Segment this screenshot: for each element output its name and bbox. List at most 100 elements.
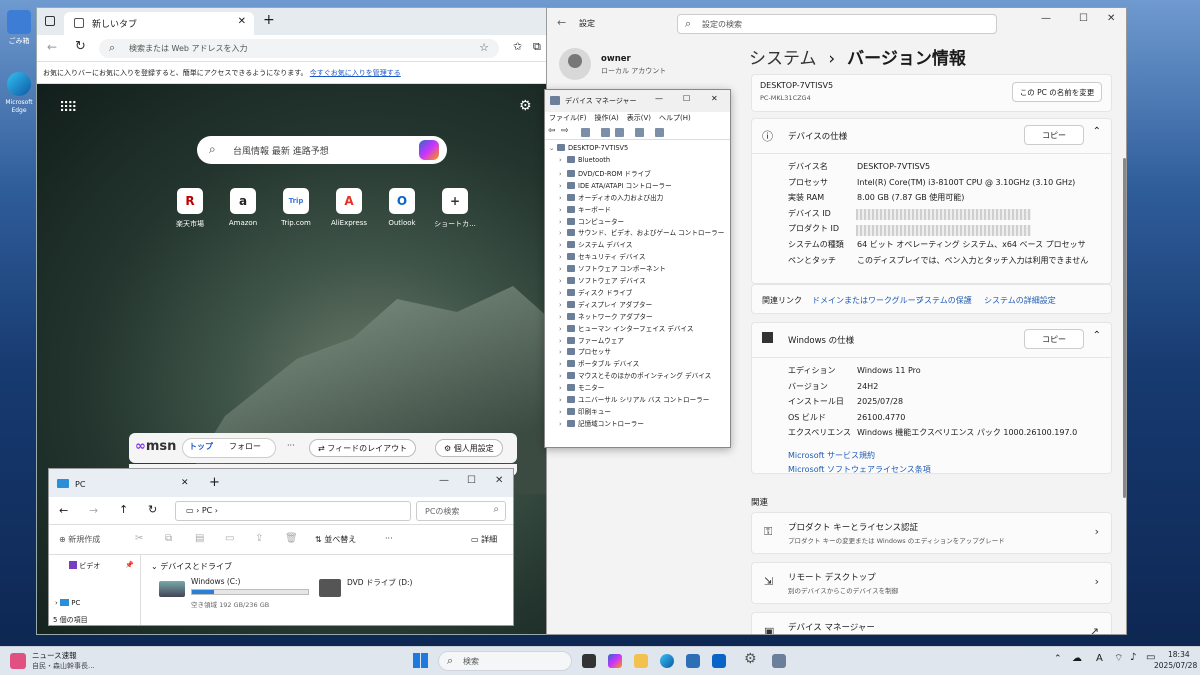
settings-search-input[interactable]: ⌕ 設定の検索 bbox=[677, 14, 997, 34]
close-tab-icon[interactable]: ✕ bbox=[181, 478, 189, 488]
collections-icon[interactable]: ⧉ bbox=[533, 40, 541, 54]
device-category[interactable]: › ディスク ドライブ bbox=[559, 287, 632, 297]
new-tab-button[interactable]: + bbox=[209, 475, 220, 490]
maximize-button[interactable]: ☐ bbox=[683, 94, 690, 103]
store-icon[interactable] bbox=[686, 654, 700, 668]
device-category[interactable]: › セキュリティ デバイス bbox=[559, 251, 645, 261]
ime-indicator[interactable]: A bbox=[1096, 653, 1103, 664]
related-card[interactable]: ⚿ プロダクト キーとライセンス認証 プロダクト キーの変更または Windows … bbox=[751, 512, 1112, 554]
up-icon[interactable]: ↑ bbox=[119, 503, 128, 516]
collapse-chevron-icon[interactable]: ⌃ bbox=[1093, 330, 1101, 341]
device-category[interactable]: › マウスとそのほかのポインティング デバイス bbox=[559, 370, 711, 380]
more-button[interactable]: ··· bbox=[385, 534, 393, 543]
msn-tab-top[interactable]: トップ bbox=[189, 441, 213, 452]
file-explorer-icon[interactable] bbox=[634, 654, 648, 668]
device-category[interactable]: › ソフトウェア デバイス bbox=[559, 275, 646, 285]
personalize-button[interactable]: ⚙ 個人用設定 bbox=[435, 439, 503, 457]
menu-item[interactable]: ヘルプ(H) bbox=[659, 114, 691, 122]
device-category[interactable]: › ディスプレイ アダプター bbox=[559, 299, 652, 309]
msn-more-button[interactable]: ··· bbox=[287, 441, 295, 450]
msn-tab-follow[interactable]: フォロー bbox=[229, 441, 261, 452]
maximize-button[interactable]: ☐ bbox=[467, 475, 476, 486]
clock-date[interactable]: 2025/07/28 bbox=[1154, 661, 1197, 670]
nav-item-pc[interactable]: › PC bbox=[55, 599, 80, 607]
drive-c[interactable]: Windows (C:) 空き領域 192 GB/236 GB bbox=[159, 577, 319, 617]
tree-root[interactable]: ⌄ DESKTOP-7VTISV5 bbox=[549, 144, 628, 152]
link-advanced-settings[interactable]: システムの詳細設定 bbox=[984, 295, 1056, 306]
maximize-button[interactable]: ☐ bbox=[1079, 13, 1088, 24]
device-category[interactable]: › IDE ATA/ATAPI コントローラー bbox=[559, 180, 672, 190]
drive-d[interactable]: DVD ドライブ (D:) bbox=[319, 577, 419, 617]
minimize-button[interactable]: — bbox=[655, 94, 663, 103]
device-category[interactable]: › 印刷キュー bbox=[559, 406, 611, 416]
link-service-agreement[interactable]: Microsoft サービス規約 bbox=[788, 450, 875, 461]
web-search-box[interactable]: ⌕ 台風情報 最新 進路予想 bbox=[197, 136, 447, 164]
properties-icon[interactable] bbox=[581, 128, 590, 137]
scan-hardware-icon[interactable] bbox=[635, 128, 644, 137]
edge-icon[interactable] bbox=[660, 654, 674, 668]
close-window-button[interactable]: ✕ bbox=[495, 475, 503, 486]
scrollbar-thumb[interactable] bbox=[1123, 158, 1126, 498]
link-system-protection[interactable]: システムの保護 bbox=[916, 295, 972, 306]
feed-layout-button[interactable]: ⇄ フィードのレイアウト bbox=[309, 439, 417, 457]
device-category[interactable]: › プロセッサ bbox=[559, 346, 611, 356]
help-icon[interactable] bbox=[601, 128, 610, 137]
tab-new-tab[interactable]: 新しいタブ ✕ bbox=[64, 12, 254, 35]
shortcut-tile[interactable]: A AliExpress bbox=[322, 188, 376, 227]
copilot-icon[interactable] bbox=[608, 654, 622, 668]
news-widget-icon[interactable] bbox=[10, 653, 26, 669]
device-category[interactable]: › Bluetooth bbox=[559, 156, 610, 164]
settings-gear-icon[interactable]: ⚙ bbox=[744, 651, 757, 667]
back-icon[interactable]: ← bbox=[557, 16, 566, 29]
taskbar-search[interactable]: ⌕ 検索 bbox=[438, 651, 572, 671]
device-category[interactable]: › ポータブル デバイス bbox=[559, 358, 639, 368]
rename-pc-button[interactable]: この PC の名前を変更 bbox=[1012, 82, 1102, 102]
shortcut-tile[interactable]: + ショートカ... bbox=[428, 188, 482, 229]
device-category[interactable]: › ユニバーサル シリアル バス コントローラー bbox=[559, 394, 709, 404]
monitor-icon[interactable] bbox=[655, 128, 664, 137]
device-category[interactable]: › コンピューター bbox=[559, 216, 624, 226]
minimize-button[interactable]: — bbox=[439, 475, 449, 486]
wifi-icon[interactable]: ⌔ bbox=[1114, 652, 1123, 665]
link-license-terms[interactable]: Microsoft ソフトウェアライセンス条項 bbox=[788, 464, 931, 475]
clock-time[interactable]: 18:34 bbox=[1168, 650, 1190, 659]
task-view-icon[interactable] bbox=[582, 654, 596, 668]
copy-device-spec-button[interactable]: コピー bbox=[1024, 125, 1084, 145]
menu-item[interactable]: 表示(V) bbox=[627, 114, 651, 122]
news-widget-title[interactable]: ニュース速報 bbox=[32, 650, 77, 661]
refresh-icon[interactable]: ↻ bbox=[75, 39, 86, 54]
device-category[interactable]: › キーボード bbox=[559, 204, 611, 214]
copilot-icon[interactable] bbox=[419, 140, 439, 160]
share-icon[interactable]: ⇪ bbox=[255, 533, 263, 544]
copy-windows-spec-button[interactable]: コピー bbox=[1024, 329, 1084, 349]
favorites-icon[interactable]: ✩ bbox=[513, 40, 522, 53]
device-category[interactable]: › ネットワーク アダプター bbox=[559, 311, 653, 321]
shortcut-tile[interactable]: O Outlook bbox=[375, 188, 429, 227]
related-card[interactable]: ⇲ リモート デスクトップ 別のデバイスからこのデバイスを制御 › bbox=[751, 562, 1112, 604]
cloud-icon[interactable]: ☁ bbox=[1072, 653, 1082, 664]
sort-button[interactable]: ⇅ 並べ替え bbox=[315, 534, 356, 545]
device-category[interactable]: › DVD/CD-ROM ドライブ bbox=[559, 168, 651, 178]
device-category[interactable]: › オーディオの入力および出力 bbox=[559, 192, 663, 202]
forward-icon[interactable]: → bbox=[89, 504, 98, 517]
desktop-icon-recycle-bin[interactable]: ごみ箱 bbox=[4, 10, 34, 46]
msn-logo[interactable]: ∞msn bbox=[135, 439, 176, 454]
back-icon[interactable]: ← bbox=[59, 504, 68, 517]
minimize-button[interactable]: — bbox=[1041, 13, 1051, 24]
apps-grid-icon[interactable]: ⠿⠿ bbox=[59, 100, 77, 116]
forward-icon[interactable]: ⇨ bbox=[561, 126, 569, 136]
back-icon[interactable]: ← bbox=[47, 40, 57, 54]
device-category[interactable]: › ヒューマン インターフェイス デバイス bbox=[559, 323, 694, 333]
tray-chevron-icon[interactable]: ⌃ bbox=[1054, 654, 1062, 664]
outlook-icon[interactable] bbox=[712, 654, 726, 668]
close-window-button[interactable]: ✕ bbox=[711, 94, 718, 103]
desktop-icon-edge[interactable]: Microsoft Edge bbox=[4, 72, 34, 114]
cut-icon[interactable]: ✂ bbox=[135, 533, 143, 544]
shortcut-tile[interactable]: Trip Trip.com bbox=[269, 188, 323, 227]
view-icon[interactable] bbox=[615, 128, 624, 137]
news-widget-subtitle[interactable]: 自民・森山幹事長... bbox=[32, 661, 95, 671]
device-category[interactable]: › 記憶域コントローラー bbox=[559, 418, 644, 428]
device-manager-taskbar-icon[interactable] bbox=[772, 654, 786, 668]
related-card[interactable]: ▣デバイス マネージャープリンターと他のドライバー、ハードウェアのプロパティ↗ bbox=[751, 612, 1112, 634]
start-windows-icon[interactable] bbox=[413, 653, 428, 668]
